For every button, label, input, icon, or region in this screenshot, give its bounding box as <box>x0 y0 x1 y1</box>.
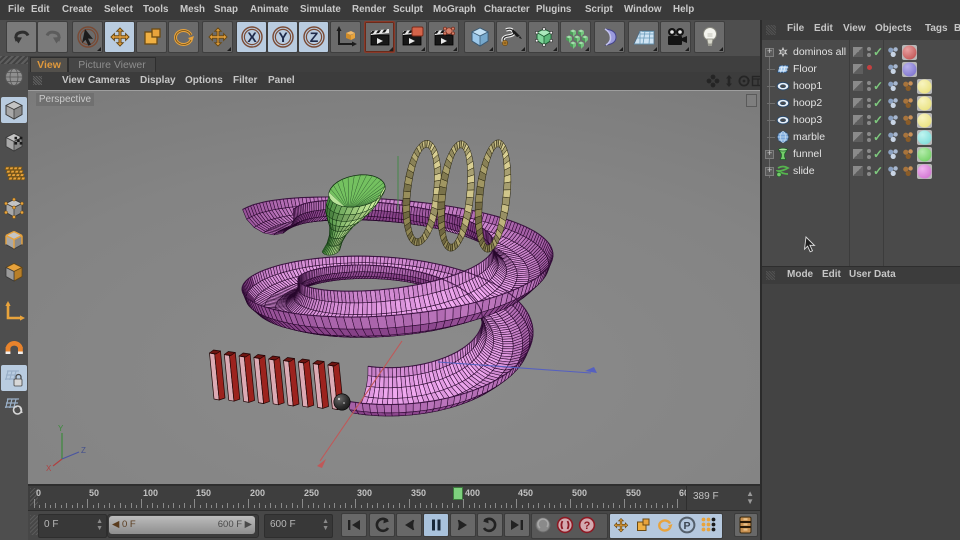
svg-text:P: P <box>683 520 690 532</box>
svg-text:Z: Z <box>309 29 318 45</box>
svg-text:Y: Y <box>278 29 288 45</box>
svg-text:X: X <box>46 464 52 473</box>
svg-text:?: ? <box>584 520 591 532</box>
svg-text:Y: Y <box>58 424 64 433</box>
svg-text:Z: Z <box>81 446 86 455</box>
svg-text:X: X <box>247 29 257 45</box>
